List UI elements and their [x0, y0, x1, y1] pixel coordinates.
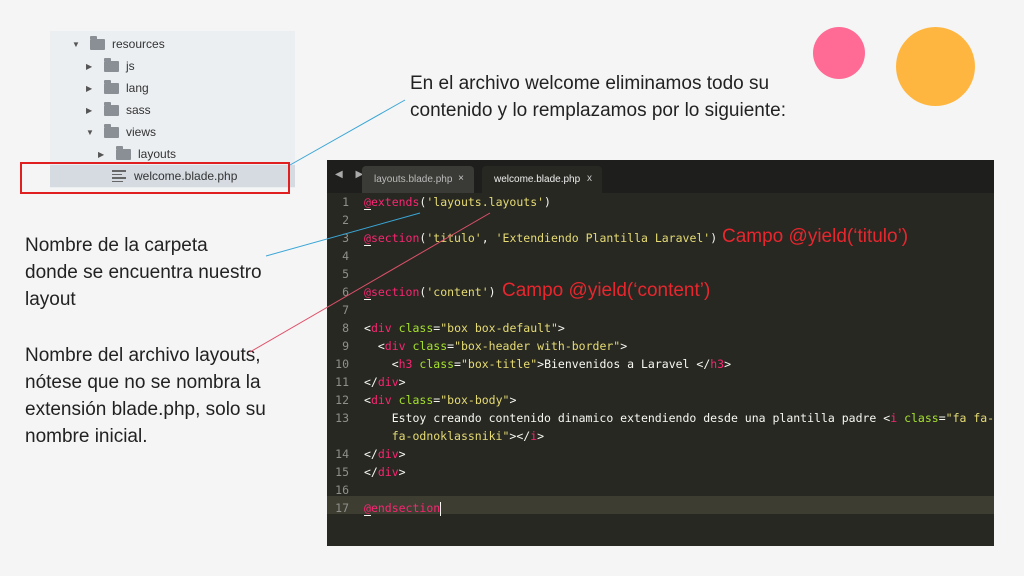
line-number: 8 [342, 321, 349, 335]
close-icon[interactable]: × [458, 173, 464, 184]
tab-label: welcome.blade.php [494, 174, 581, 185]
connector-line-file [289, 99, 406, 166]
tree-item-resources[interactable]: ▼ resources [72, 33, 165, 55]
chevron-right-icon: ▶ [86, 105, 93, 115]
tree-item-lang[interactable]: ▶ lang [86, 77, 149, 99]
code-line-15: </div> [364, 465, 406, 479]
line-number: 3 [342, 231, 349, 245]
line-number: 17 [335, 501, 349, 515]
tree-item-views[interactable]: ▼ views [86, 121, 156, 143]
tab-label: layouts.blade.php [374, 174, 453, 185]
code-line-17: @endsection [364, 501, 442, 516]
line-number: 10 [335, 357, 349, 371]
line-number: 1 [342, 195, 349, 209]
tree-item-sass[interactable]: ▶ sass [86, 99, 151, 121]
code-line-6: @section('content') [364, 285, 496, 300]
tree-item-label: sass [126, 103, 151, 117]
code-line-1: @extends('layouts.layouts') [364, 195, 551, 210]
decorative-circle-orange [896, 27, 975, 106]
folder-icon [104, 123, 119, 138]
code-line-10: <h3 class="box-title">Bienvenidos a Lara… [364, 357, 732, 371]
line-number: 14 [335, 447, 349, 461]
highlight-box [20, 162, 290, 194]
line-number: 13 [335, 411, 349, 425]
chevron-right-icon: ▶ [86, 83, 93, 93]
code-line-13-wrap: fa-odnoklassniki"></i> [391, 429, 545, 443]
note-top: En el archivo welcome eliminamos todo su… [410, 73, 786, 121]
code-line-8: <div class="box box-default"> [364, 321, 565, 335]
tree-item-label: js [126, 59, 135, 73]
chevron-right-icon: ▶ [86, 61, 93, 71]
line-number: 9 [342, 339, 349, 353]
tree-item-label: views [126, 125, 157, 139]
chevron-down-icon: ▼ [86, 127, 94, 137]
code-line-11: </div> [364, 375, 406, 389]
tab-layouts[interactable]: layouts.blade.php × [362, 166, 474, 193]
text-cursor [440, 501, 442, 516]
code-line-13: Estoy creando contenido dinamico extendi… [364, 411, 994, 425]
tree-item-js[interactable]: ▶ js [86, 55, 135, 77]
code-line-9: <div class="box-header with-border"> [364, 339, 628, 353]
tree-item-label: resources [112, 37, 165, 51]
close-icon[interactable]: x [587, 173, 592, 184]
tree-item-label: lang [126, 81, 149, 95]
code-line-3: @section('titulo', 'Extendiendo Plantill… [364, 231, 718, 246]
annotation-campo-content: Campo @yield(‘content’) [502, 280, 711, 301]
code-editor[interactable]: ◀ ▶ layouts.blade.php × welcome.blade.ph… [327, 160, 994, 546]
folder-icon [104, 79, 119, 94]
line-number: 11 [335, 375, 349, 389]
line-number: 12 [335, 393, 349, 407]
line-number: 5 [342, 267, 349, 281]
folder-icon [90, 35, 105, 50]
chevron-down-icon: ▼ [72, 39, 80, 49]
note-file: Nombre del archivo layouts, nótese que n… [25, 345, 266, 447]
annotation-campo-titulo: Campo @yield(‘titulo’) [722, 226, 909, 247]
tab-bar: ◀ ▶ layouts.blade.php × welcome.blade.ph… [327, 160, 994, 193]
line-number: 2 [342, 213, 349, 227]
line-number: 16 [335, 483, 349, 497]
tab-welcome[interactable]: welcome.blade.php x [482, 166, 602, 193]
chevron-right-icon: ▶ [98, 149, 105, 159]
note-folder: Nombre de la carpeta donde se encuentra … [25, 235, 262, 310]
folder-icon [116, 145, 131, 160]
line-number: 15 [335, 465, 349, 479]
tree-item-label: layouts [138, 147, 177, 161]
line-number: 4 [342, 249, 349, 263]
line-number: 7 [342, 303, 349, 317]
line-number: 6 [342, 285, 349, 299]
folder-icon [104, 101, 119, 116]
folder-icon [104, 57, 119, 72]
code-line-14: </div> [364, 447, 406, 461]
code-line-12: <div class="box-body"> [364, 393, 517, 407]
